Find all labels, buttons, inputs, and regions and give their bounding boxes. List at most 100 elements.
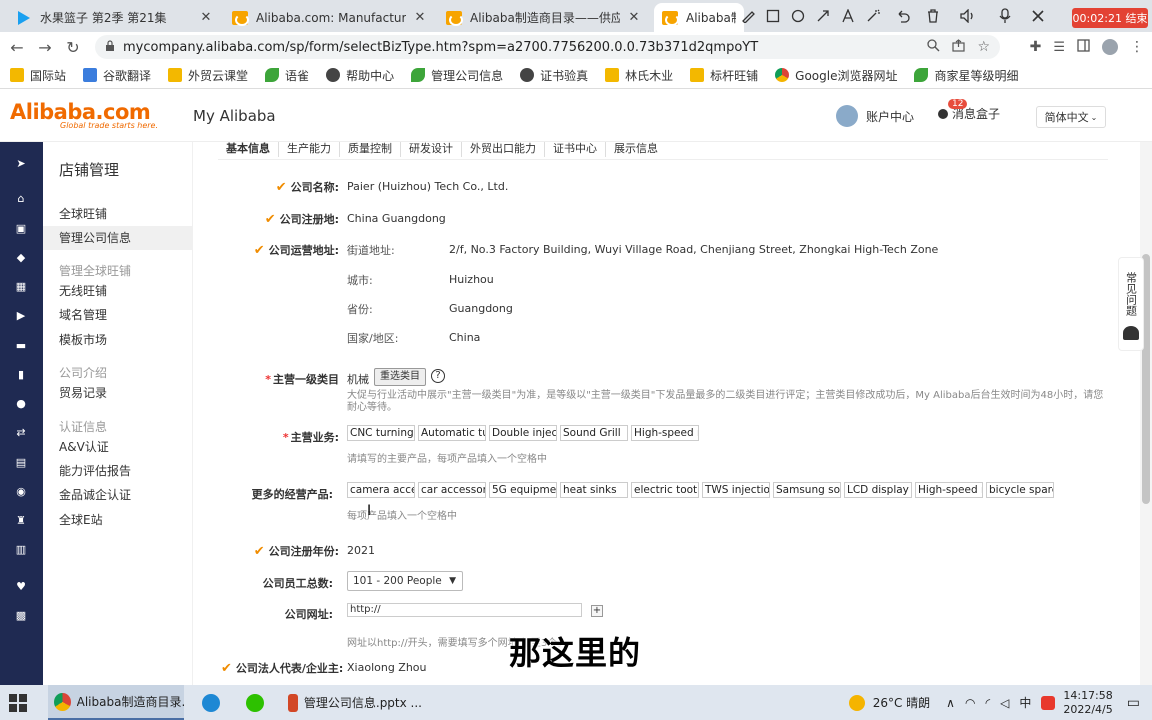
clock[interactable]: 14:17:58 2022/4/5 bbox=[1063, 689, 1112, 717]
language-select[interactable]: 简体中文 ⌄ bbox=[1036, 106, 1106, 128]
more-products-input[interactable]: Samsung sour bbox=[773, 482, 841, 498]
recording-stop-button[interactable]: 00:02:21 结束 bbox=[1072, 8, 1148, 28]
video-icon[interactable]: ▶ bbox=[14, 308, 28, 322]
bookmark-item[interactable]: Google浏览器网址 bbox=[775, 67, 897, 84]
more-products-input[interactable]: bicycle spare p bbox=[986, 482, 1054, 498]
main-business-input[interactable]: CNC turning a bbox=[347, 425, 415, 441]
more-products-input[interactable]: LCD display pi bbox=[844, 482, 912, 498]
close-icon[interactable] bbox=[1020, 0, 1055, 32]
sidepanel-icon[interactable] bbox=[1077, 39, 1090, 55]
chevron-up-icon[interactable]: ∧ bbox=[946, 696, 955, 710]
tab-video[interactable]: 水果篮子 第2季 第21集 ✕ bbox=[8, 3, 222, 32]
taskbar-ppt-app[interactable]: 管理公司信息.pptx ... bbox=[282, 685, 422, 720]
undo-icon[interactable] bbox=[885, 0, 920, 32]
bookmark-item[interactable]: 林氏木业 bbox=[605, 67, 673, 84]
main-business-input[interactable]: Sound Grill bbox=[560, 425, 628, 441]
main-business-input[interactable]: Double injecti bbox=[489, 425, 557, 441]
tab-export[interactable]: 外贸出口能力 bbox=[462, 142, 545, 157]
main-business-input[interactable]: High-speed ra bbox=[631, 425, 699, 441]
bookmark-item[interactable]: 商家星等级明细 bbox=[914, 67, 1018, 84]
circle-icon[interactable] bbox=[785, 0, 810, 32]
forward-icon[interactable]: → bbox=[31, 33, 59, 61]
taskbar-chrome-app[interactable]: Alibaba制造商目录... bbox=[48, 685, 184, 720]
users-icon[interactable]: ● bbox=[14, 396, 28, 410]
tab-rnd[interactable]: 研发设计 bbox=[401, 142, 462, 157]
add-website-button[interactable]: + bbox=[591, 605, 603, 617]
menu-item-av-cert[interactable]: A&V认证 bbox=[43, 435, 193, 459]
volume-icon[interactable]: ◁ bbox=[1000, 696, 1009, 710]
tab-showcase[interactable]: 展示信息 bbox=[606, 142, 666, 157]
close-icon[interactable]: ✕ bbox=[198, 10, 214, 25]
more-products-input[interactable]: car accessorie bbox=[418, 482, 486, 498]
close-icon[interactable]: ✕ bbox=[412, 10, 428, 25]
speaker-icon[interactable] bbox=[945, 0, 990, 32]
weather-text[interactable]: 26°C 晴朗 bbox=[873, 694, 930, 711]
heart-icon[interactable]: ♥ bbox=[14, 579, 28, 593]
taskbar-wechat-app[interactable] bbox=[240, 685, 270, 720]
arrow-icon[interactable] bbox=[810, 0, 835, 32]
menu-item-trade-records[interactable]: 贸易记录 bbox=[43, 381, 193, 405]
home-icon[interactable]: ⌂ bbox=[14, 191, 28, 205]
rectangle-icon[interactable] bbox=[760, 0, 785, 32]
menu-item-wireless-store[interactable]: 无线旺铺 bbox=[43, 279, 193, 303]
magic-icon[interactable] bbox=[860, 0, 885, 32]
text-icon[interactable] bbox=[835, 0, 860, 32]
more-products-input[interactable]: TWS injection bbox=[702, 482, 770, 498]
alibaba-logo[interactable]: Alibaba.com Global trade starts here. bbox=[10, 100, 158, 130]
faq-widget[interactable]: 常见问题 bbox=[1118, 257, 1144, 351]
document-icon[interactable]: ▤ bbox=[14, 455, 28, 469]
tab-basic-info[interactable]: 基本信息 bbox=[218, 142, 279, 157]
bookmark-item[interactable]: 外贸云课堂 bbox=[168, 67, 248, 84]
more-products-input[interactable]: electric tootht bbox=[631, 482, 699, 498]
bookmark-item[interactable]: 帮助中心 bbox=[326, 67, 394, 84]
close-icon[interactable]: ✕ bbox=[626, 10, 642, 25]
taskbar-edge-app[interactable] bbox=[196, 685, 226, 720]
notification-icon[interactable]: ▭ bbox=[1127, 695, 1140, 711]
address-bar[interactable]: mycompany.alibaba.com/sp/form/selectBizT… bbox=[95, 35, 1000, 59]
employees-select[interactable]: 101 - 200 People ▼ bbox=[347, 571, 463, 591]
menu-icon[interactable]: ⋮ bbox=[1130, 39, 1144, 55]
network-icon[interactable]: ◠ bbox=[965, 696, 975, 710]
send-icon[interactable]: ➤ bbox=[14, 156, 28, 170]
menu-item-manage-company-info[interactable]: 管理公司信息 bbox=[43, 226, 193, 250]
chat-icon[interactable]: ▬ bbox=[14, 338, 28, 352]
globe-icon[interactable]: ◉ bbox=[14, 484, 28, 498]
tab-certificates[interactable]: 证书中心 bbox=[545, 142, 606, 157]
microphone-icon[interactable] bbox=[990, 0, 1020, 32]
menu-item-gold-cert[interactable]: 金品诚企认证 bbox=[43, 483, 193, 507]
menu-item-template-market[interactable]: 模板市场 bbox=[43, 328, 193, 352]
pen-icon[interactable] bbox=[735, 0, 760, 32]
menu-item-global-e-station[interactable]: 全球E站 bbox=[43, 508, 193, 532]
menu-item-assessment-report[interactable]: 能力评估报告 bbox=[43, 459, 193, 483]
more-products-input[interactable]: High-speed ra bbox=[915, 482, 983, 498]
help-icon[interactable]: ? bbox=[431, 369, 445, 383]
media-icon[interactable]: ☰ bbox=[1053, 40, 1065, 55]
bookmark-item[interactable]: 国际站 bbox=[10, 67, 66, 84]
zoom-icon[interactable] bbox=[927, 39, 940, 55]
reload-icon[interactable]: ↻ bbox=[59, 33, 87, 61]
page-title[interactable]: My Alibaba bbox=[193, 107, 276, 125]
page-scrollbar[interactable] bbox=[1140, 142, 1152, 685]
tab-alibaba-active[interactable]: Alibaba制 bbox=[654, 3, 744, 32]
more-products-input[interactable]: heat sinks bbox=[560, 482, 628, 498]
more-products-input[interactable]: camera access bbox=[347, 482, 415, 498]
bookmark-item[interactable]: 标杆旺铺 bbox=[690, 67, 758, 84]
wifi-icon[interactable]: ◜ bbox=[985, 696, 990, 710]
chart-icon[interactable]: ▮ bbox=[14, 367, 28, 381]
bookmark-item[interactable]: 管理公司信息 bbox=[411, 67, 503, 84]
main-business-input[interactable]: Automatic tur bbox=[418, 425, 486, 441]
more-products-input[interactable]: 5G equipment bbox=[489, 482, 557, 498]
windows-start-icon[interactable] bbox=[9, 694, 27, 712]
message-box-link[interactable]: 12 消息盒子 bbox=[938, 99, 1000, 122]
bookmark-item[interactable]: 证书验真 bbox=[520, 67, 588, 84]
ime-indicator[interactable]: 中 bbox=[1019, 694, 1031, 711]
menu-item-domain[interactable]: 域名管理 bbox=[43, 303, 193, 327]
sogou-icon[interactable] bbox=[1041, 695, 1056, 710]
bookmark-item[interactable]: 谷歌翻译 bbox=[83, 67, 151, 84]
profile-icon[interactable] bbox=[1102, 39, 1118, 55]
tab-quality[interactable]: 质量控制 bbox=[340, 142, 401, 157]
menu-item-global-store[interactable]: 全球旺铺 bbox=[43, 202, 193, 226]
share-icon[interactable] bbox=[952, 39, 966, 55]
apps-icon[interactable]: ▦ bbox=[14, 279, 28, 293]
tab-alibaba-directory[interactable]: Alibaba制造商目录——供应商、 ✕ bbox=[438, 3, 650, 32]
